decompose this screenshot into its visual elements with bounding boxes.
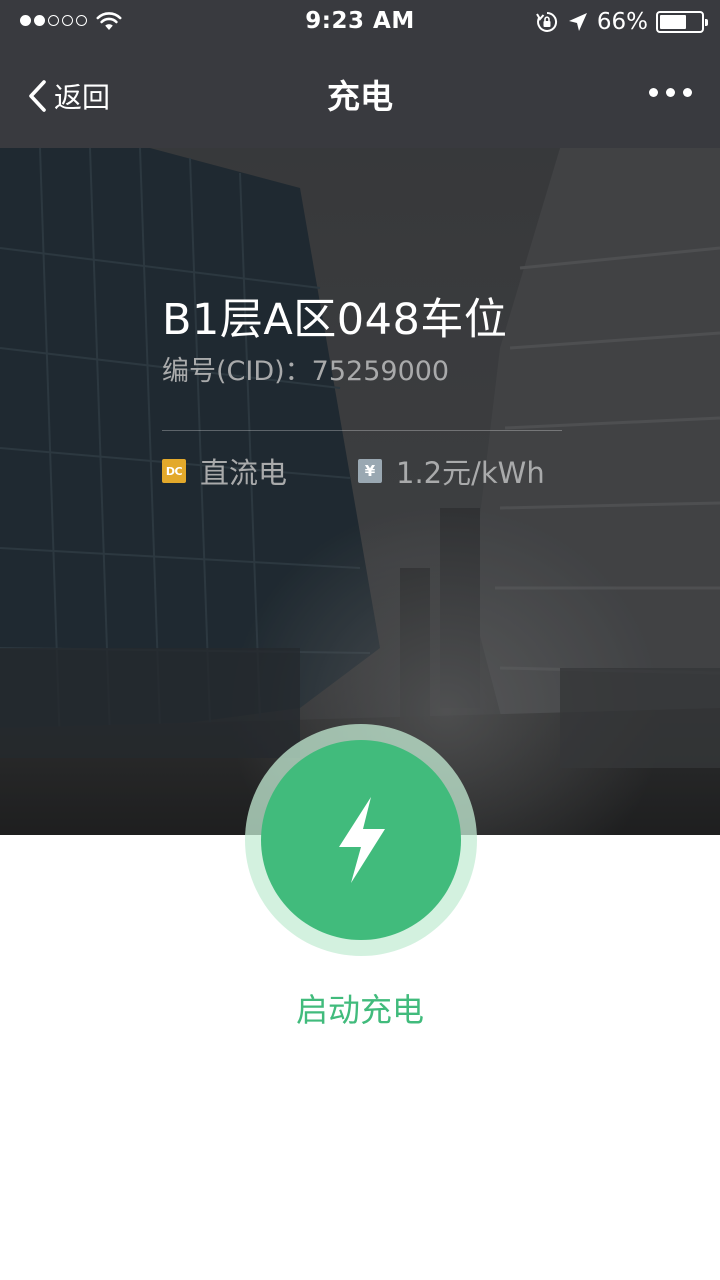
lightning-bolt-icon bbox=[339, 797, 385, 883]
rotation-lock-icon bbox=[536, 11, 557, 32]
start-charging-button[interactable] bbox=[261, 740, 461, 940]
location-arrow-icon bbox=[568, 13, 587, 31]
battery-icon bbox=[656, 11, 708, 33]
dc-badge-icon: DC bbox=[162, 459, 186, 483]
spot-name: B1层A区048车位 bbox=[162, 295, 508, 345]
nav-bar: 返回 充电 bbox=[0, 44, 720, 148]
price-info: ¥ 1.2元/kWh bbox=[358, 451, 545, 491]
current-type-label: 直流电 bbox=[200, 456, 288, 490]
status-bar: 9:23 AM 66% bbox=[0, 0, 720, 44]
page-title: 充电 bbox=[327, 77, 393, 116]
divider bbox=[162, 430, 562, 431]
cid-number: 编号(CID)：75259000 bbox=[162, 356, 450, 387]
parking-spot-info: B1层A区048车位 编号(CID)：75259000 DC 直流电 ¥ 1.2… bbox=[162, 292, 562, 491]
status-right-group: 66% bbox=[535, 8, 708, 36]
charger-meta: DC 直流电 ¥ 1.2元/kWh bbox=[162, 451, 562, 491]
current-type: DC 直流电 bbox=[162, 451, 287, 491]
charging-screen: 9:23 AM 66% 返回 充电 B1层A区048车位 编号(CID)：752… bbox=[0, 0, 720, 1280]
battery-percent: 66% bbox=[596, 9, 648, 35]
price-label: 1.2元/kWh bbox=[396, 456, 545, 490]
yen-badge-icon: ¥ bbox=[358, 459, 382, 483]
start-charging-label[interactable]: 启动充电 bbox=[0, 988, 720, 1032]
more-dots-icon[interactable] bbox=[649, 80, 692, 105]
battery-level-fill bbox=[660, 15, 686, 29]
